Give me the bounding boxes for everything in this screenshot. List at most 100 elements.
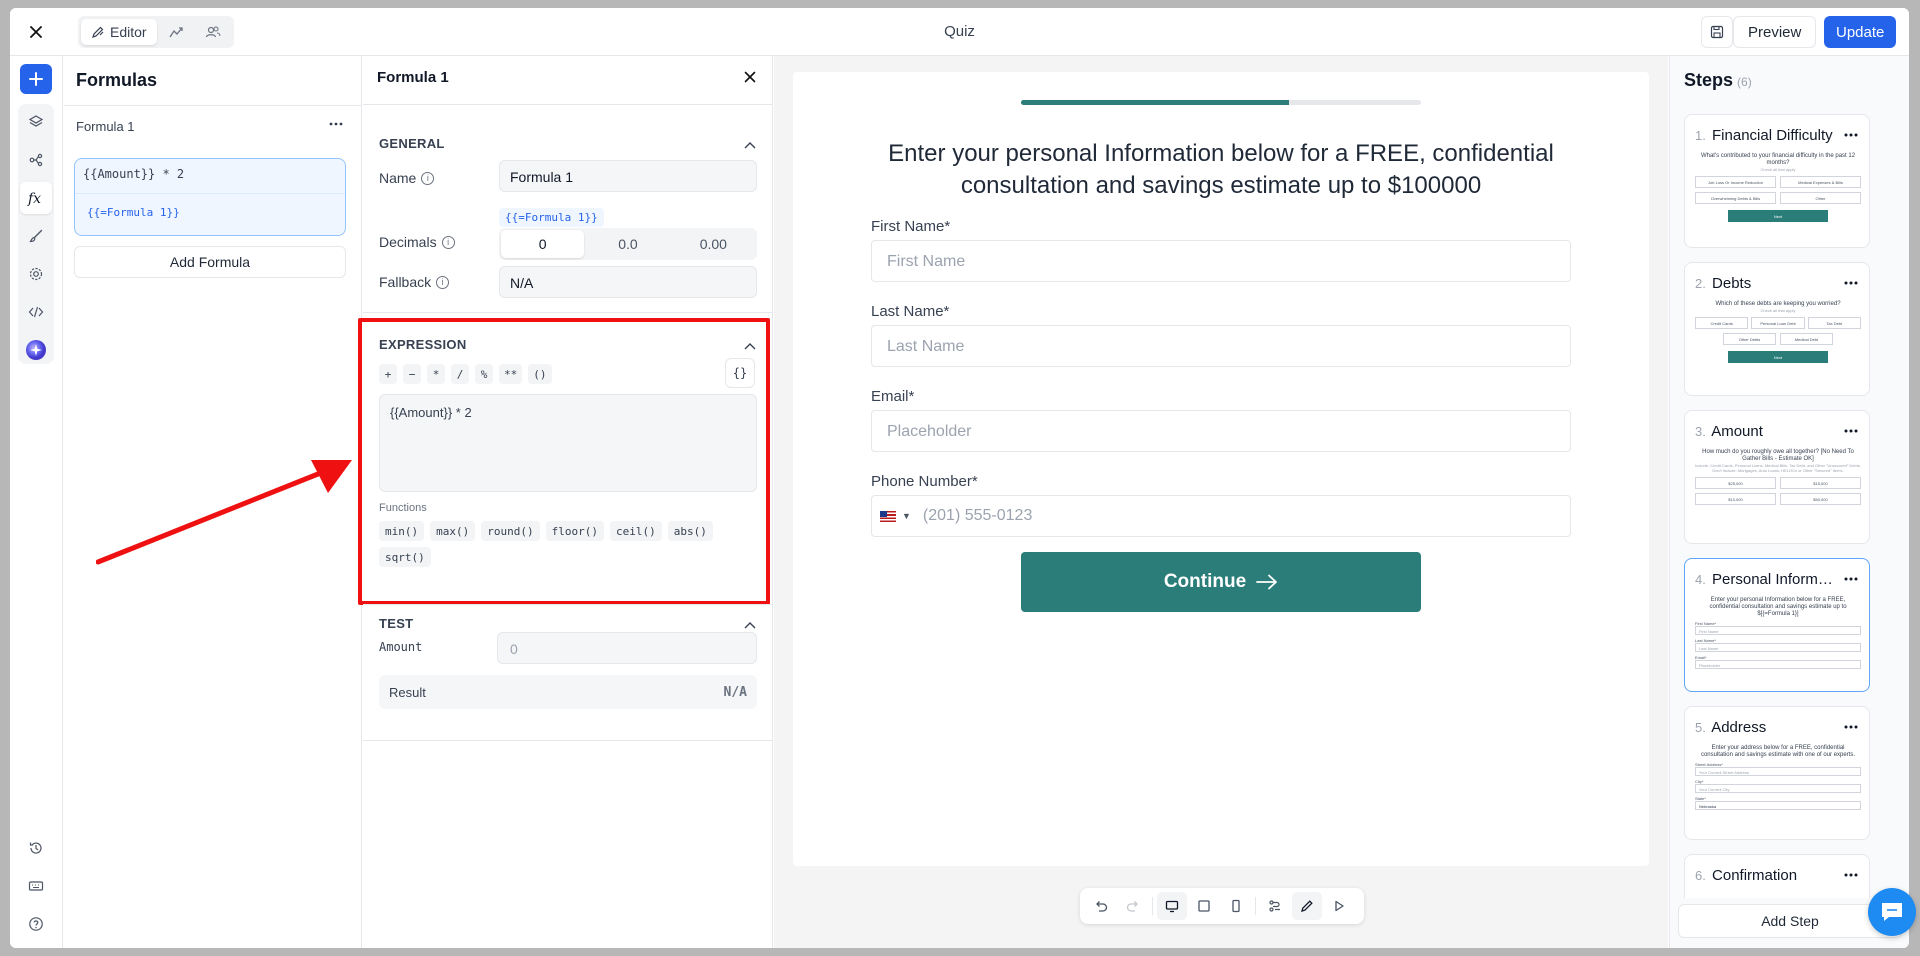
logic-icon[interactable]	[1260, 892, 1290, 920]
formulas-panel: Formulas Formula 1 {{Amount}} * 2 {{=For…	[64, 56, 362, 948]
chat-icon	[1882, 903, 1902, 921]
tablet-icon[interactable]	[1189, 892, 1219, 920]
more-options-icon[interactable]	[1843, 421, 1859, 439]
step-card-3[interactable]: 3. Amount How much do you roughly owe al…	[1684, 410, 1870, 544]
email-label: Email*	[871, 388, 915, 405]
operator-minus-button[interactable]: −	[403, 364, 421, 384]
more-options-icon[interactable]	[1843, 865, 1859, 883]
decimals-label-text: Decimals	[379, 234, 437, 250]
quiz-canvas: Enter your personal Information below fo…	[774, 56, 1668, 948]
operator-plus-button[interactable]: +	[379, 364, 397, 384]
preview-title: Which of these debts are keeping you wor…	[1715, 301, 1841, 307]
fallback-label: Fallback i	[379, 274, 450, 290]
formula-icon[interactable]: fx	[20, 182, 52, 214]
function-floor-button[interactable]: floor()	[545, 521, 604, 541]
operator-modulo-button[interactable]: %	[475, 364, 493, 384]
decimals-option-0[interactable]: 0	[501, 230, 585, 258]
step-card-6[interactable]: 6. Confirmation	[1684, 854, 1870, 898]
function-ceil-button[interactable]: ceil()	[609, 521, 662, 541]
formula-ref-tag[interactable]: {{=Formula 1}}	[499, 208, 604, 227]
add-element-button[interactable]	[20, 64, 52, 94]
steps-count: (6)	[1737, 75, 1752, 89]
info-icon[interactable]: i	[441, 235, 455, 249]
update-button[interactable]: Update	[1824, 16, 1897, 48]
steps-title: Steps (6)	[1684, 70, 1752, 91]
help-icon[interactable]	[20, 908, 52, 940]
step-number: 3.	[1695, 424, 1706, 439]
function-round-button[interactable]: round()	[481, 521, 540, 541]
step-card-5[interactable]: 5. Address Enter your address below for …	[1684, 706, 1870, 840]
mobile-icon[interactable]	[1221, 892, 1251, 920]
info-icon[interactable]: i	[436, 275, 450, 289]
redo-icon[interactable]	[1118, 892, 1148, 920]
more-options-icon[interactable]	[1843, 717, 1859, 735]
toolbar-separator	[1152, 897, 1153, 915]
formula-card[interactable]: {{Amount}} * 2 {{=Formula 1}}	[74, 158, 346, 236]
operator-parens-button[interactable]: ()	[528, 364, 552, 384]
more-options-icon[interactable]	[328, 116, 344, 134]
code-icon[interactable]	[20, 296, 52, 328]
preview-field: Placeholder	[1695, 660, 1861, 669]
history-icon[interactable]	[20, 832, 52, 864]
undo-icon[interactable]	[1086, 892, 1116, 920]
more-options-icon[interactable]	[1843, 569, 1859, 587]
test-result: Result N/A	[379, 675, 757, 709]
desktop-icon[interactable]	[1157, 892, 1187, 920]
formula-detail-panel: Formula 1 GENERAL Name i Formula 1 {{=Fo…	[358, 56, 773, 948]
name-input[interactable]: Formula 1	[499, 160, 757, 192]
test-amount-input[interactable]: 0	[497, 632, 757, 664]
function-abs-button[interactable]: abs()	[667, 521, 713, 541]
function-sqrt-button[interactable]: sqrt()	[379, 547, 431, 567]
step-card-2[interactable]: 2. Debts Which of these debts are keepin…	[1684, 262, 1870, 396]
preview-field: Your Current Street Address	[1695, 767, 1861, 776]
chevron-down-icon[interactable]: ▼	[902, 511, 911, 521]
step-card-1[interactable]: 1. Financial Difficulty What's contribut…	[1684, 114, 1870, 248]
decimals-option-2[interactable]: 0.00	[672, 230, 755, 258]
last-name-label: Last Name*	[871, 303, 950, 320]
function-max-button[interactable]: max()	[430, 521, 476, 541]
insert-variable-button[interactable]: {}	[725, 358, 755, 388]
brush-icon[interactable]	[20, 220, 52, 252]
operator-power-button[interactable]: **	[499, 364, 523, 384]
branching-icon[interactable]	[20, 144, 52, 176]
name-label-text: Name	[379, 170, 417, 186]
ai-assistant-icon[interactable]	[20, 334, 52, 366]
gear-icon[interactable]	[20, 258, 52, 290]
chat-widget-button[interactable]	[1868, 888, 1916, 936]
step-name: 6. Confirmation	[1695, 867, 1835, 884]
layers-icon[interactable]	[20, 106, 52, 138]
decimals-option-1[interactable]: 0.0	[586, 230, 669, 258]
play-icon[interactable]	[1324, 892, 1354, 920]
email-input[interactable]: Placeholder	[871, 410, 1571, 452]
step-name-text: Debts	[1712, 275, 1752, 292]
more-options-icon[interactable]	[1843, 273, 1859, 291]
preview-option: $15,000	[1780, 477, 1861, 489]
chevron-up-icon[interactable]	[744, 136, 756, 154]
step-number: 5.	[1695, 720, 1706, 735]
left-rail: fx	[10, 56, 63, 948]
expression-input[interactable]: {{Amount}} * 2	[379, 394, 757, 492]
step-card-4[interactable]: 4. Personal Informati... Enter your pers…	[1684, 558, 1870, 692]
page-title: Quiz	[944, 23, 975, 40]
operator-divide-button[interactable]: /	[451, 364, 469, 384]
keyboard-icon[interactable]	[20, 870, 52, 902]
more-options-icon[interactable]	[1843, 125, 1859, 143]
fallback-input[interactable]: N/A	[499, 266, 757, 298]
edit-icon[interactable]	[1292, 892, 1322, 920]
last-name-input[interactable]: Last Name	[871, 325, 1571, 367]
formula-card-ref: {{=Formula 1}}	[87, 206, 180, 219]
first-name-input[interactable]: First Name	[871, 240, 1571, 282]
step-number: 4.	[1695, 572, 1706, 587]
close-icon[interactable]	[744, 70, 756, 87]
step-number: 6.	[1695, 868, 1706, 883]
us-flag-icon[interactable]	[880, 510, 896, 522]
function-min-button[interactable]: min()	[379, 521, 425, 541]
preview-button[interactable]: Preview	[1733, 16, 1817, 48]
save-button[interactable]	[1701, 16, 1733, 48]
chevron-up-icon[interactable]	[744, 337, 756, 355]
continue-button[interactable]: Continue	[1021, 552, 1421, 612]
operator-multiply-button[interactable]: *	[427, 364, 445, 384]
info-icon[interactable]: i	[421, 171, 435, 185]
add-formula-button[interactable]: Add Formula	[74, 246, 346, 278]
phone-input[interactable]: ▼ (201) 555-0123	[871, 495, 1571, 537]
